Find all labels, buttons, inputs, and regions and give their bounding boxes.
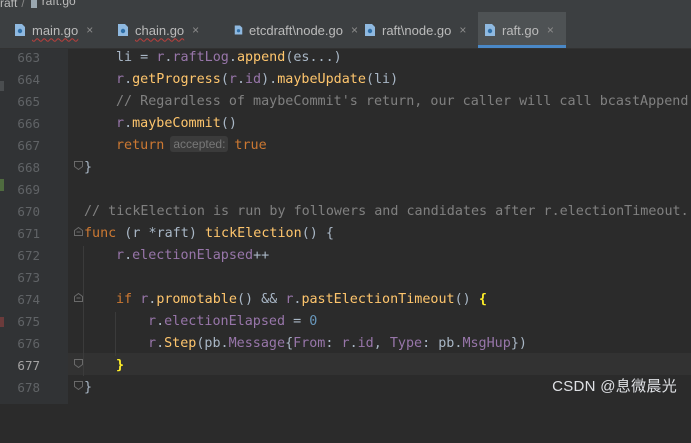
go-file-icon	[15, 24, 25, 36]
code-line: return accepted: true	[116, 136, 267, 153]
go-file-icon	[30, 0, 37, 8]
line-number: 663	[17, 50, 40, 65]
line-number: 666	[17, 116, 40, 131]
code-line: // Regardless of maybeCommit's return, o…	[116, 94, 691, 109]
code-line: }	[84, 160, 93, 175]
tab-chain-go[interactable]: chain.go ×	[111, 12, 228, 48]
close-icon[interactable]: ×	[86, 23, 93, 37]
vcs-marker	[0, 317, 4, 327]
go-file-icon	[365, 24, 375, 36]
line-number: 672	[17, 248, 40, 263]
code-line: r.maybeCommit()	[116, 116, 237, 131]
breadcrumb-file[interactable]: raft.go	[29, 0, 76, 10]
tab-raft-node-go[interactable]: raft\node.go ×	[358, 12, 478, 48]
line-number: 664	[17, 72, 40, 87]
line-number: 676	[17, 336, 40, 351]
left-tool-strip	[0, 49, 10, 404]
code-line: r.electionElapsed++	[116, 248, 270, 263]
parameter-hint: accepted:	[170, 136, 229, 152]
watermark: CSDN @息微晨光	[552, 378, 677, 395]
tab-label: chain.go	[135, 22, 185, 38]
code-area[interactable]: li = r.raftLog.append(es...) r.getProgre…	[68, 49, 691, 404]
code-line: // tickElection is run by followers and …	[84, 204, 689, 219]
breadcrumb-folder[interactable]: raft	[0, 0, 17, 10]
close-icon[interactable]: ×	[192, 23, 199, 37]
line-number: 671	[17, 226, 40, 241]
go-file-icon	[485, 24, 495, 36]
tab-raft-go[interactable]: raft.go ×	[478, 12, 566, 48]
tab-label: etcdraft\node.go	[249, 22, 343, 38]
tab-main-go[interactable]: main.go ×	[8, 12, 111, 48]
tab-label: main.go	[32, 22, 79, 38]
matched-brace: {	[478, 292, 487, 307]
vcs-marker	[0, 179, 4, 191]
breadcrumb: raft / raft.go	[0, 0, 691, 12]
tab-label: raft.go	[502, 22, 539, 38]
close-icon[interactable]: ×	[351, 23, 358, 37]
line-number: 674	[17, 292, 40, 307]
code-line: r.electionElapsed = 0	[148, 314, 318, 329]
go-file-icon	[118, 24, 128, 36]
editor-tab-strip: main.go × chain.go × etcdraft\node.go × …	[0, 12, 691, 49]
line-number: 669	[17, 182, 40, 197]
code-line: if r.promotable() && r.pastElectionTimeo…	[116, 292, 487, 307]
line-number: 673	[17, 270, 40, 285]
line-number: 678	[17, 380, 40, 395]
go-file-icon	[234, 25, 243, 35]
matched-brace: }	[116, 358, 125, 373]
line-number-current: 677	[17, 358, 40, 373]
code-line: r.getProgress(r.id).maybeUpdate(li)	[116, 72, 399, 87]
code-line: func (r *raft) tickElection() {	[84, 226, 334, 241]
code-line: li = r.raftLog.append(es...)	[116, 50, 342, 65]
code-line-current: }	[68, 355, 691, 377]
line-number: 665	[17, 94, 40, 109]
close-icon[interactable]: ×	[547, 23, 554, 37]
tab-etcdraft-node-go[interactable]: etcdraft\node.go ×	[228, 12, 358, 48]
code-editor[interactable]: 663 664 665 666 667 668 669 670 671 672 …	[0, 49, 691, 404]
line-number: 675	[17, 314, 40, 329]
close-icon[interactable]: ×	[459, 23, 466, 37]
code-line: r.Step(pb.Message{From: r.id, Type: pb.M…	[148, 336, 527, 351]
vcs-marker	[0, 81, 4, 91]
line-number: 670	[17, 204, 40, 219]
breadcrumb-separator: /	[21, 0, 25, 10]
tab-label: raft\node.go	[382, 22, 452, 38]
line-number: 667	[17, 138, 40, 153]
line-number: 668	[17, 160, 40, 175]
